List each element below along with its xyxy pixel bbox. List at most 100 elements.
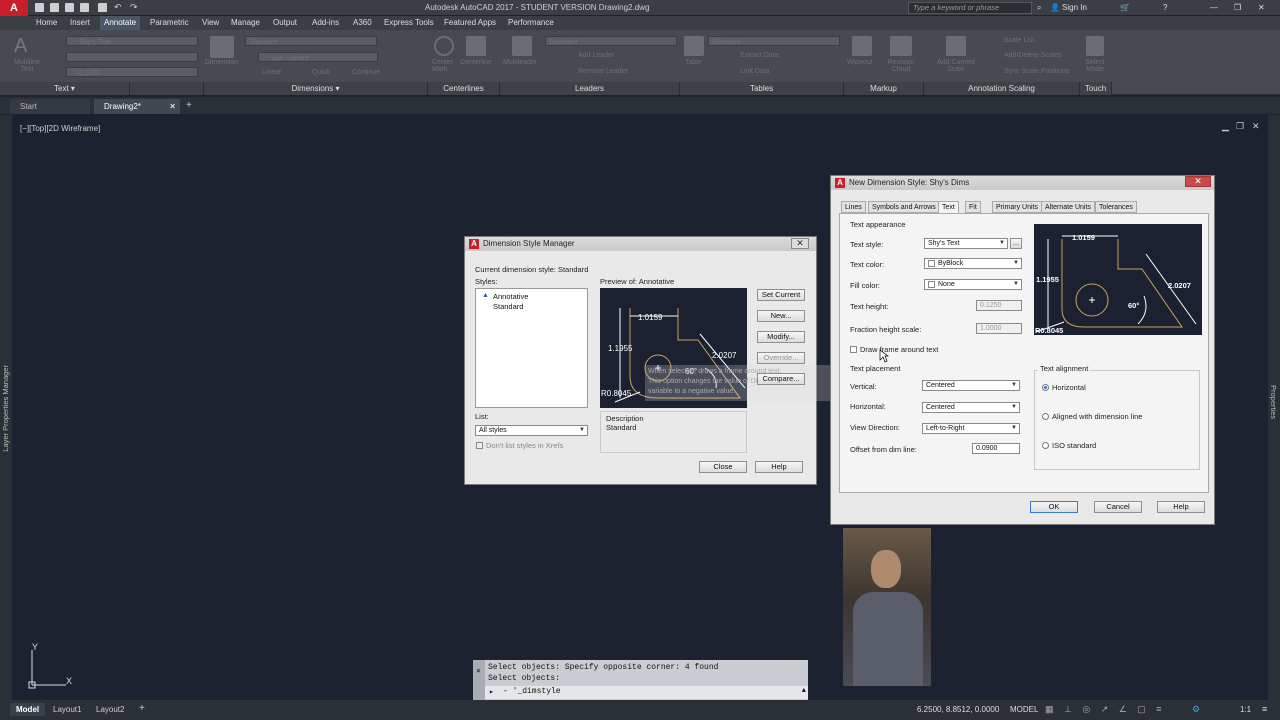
compare-button[interactable]: Compare... [757,373,805,385]
saveas-icon[interactable] [80,3,89,12]
list-select[interactable]: All styles [475,425,588,436]
tab-fit[interactable]: Fit [965,201,981,213]
layer-properties-palette[interactable]: Layer Properties Manager [0,115,12,700]
coordinates-readout[interactable]: 6.2500, 8.8512, 0.0000 [917,705,999,714]
new-icon[interactable] [35,3,44,12]
new-tab-icon[interactable]: + [186,100,192,111]
nds-close-icon[interactable]: ✕ [1185,176,1211,187]
revision-cloud-button[interactable]: Revision Cloud [883,59,919,73]
align-horizontal-radio[interactable] [1042,384,1049,391]
tab-close-icon[interactable]: ✕ [169,99,176,114]
properties-palette[interactable]: Properties [1268,115,1280,700]
styles-list[interactable]: ▲ Annotative Standard [475,288,588,408]
cancel-button[interactable]: Cancel [1094,501,1142,513]
wipeout-button[interactable]: Wipeout [847,59,873,66]
select-mode-button[interactable]: Select Mode [1082,59,1108,73]
tab-home[interactable]: Home [34,18,59,27]
text-style-select[interactable]: Shy's Text [66,36,198,46]
multiline-text-icon[interactable]: A [14,35,36,57]
ok-button[interactable]: OK [1030,501,1078,513]
close-icon[interactable]: ✕ [1258,3,1265,12]
list-item[interactable]: Standard [493,302,523,311]
viewport-close-icon[interactable]: ✕ [1252,121,1260,132]
sign-in-link[interactable]: Sign In [1062,3,1087,12]
add-scale-icon[interactable] [946,36,966,56]
fraction-height-input[interactable]: 1.0000 [976,323,1022,334]
tab-drawing2[interactable]: Drawing2* ✕ [94,99,180,114]
text-find-box[interactable] [66,52,198,62]
horizontal-select[interactable]: Centered [922,402,1020,413]
annotation-visibility-icon[interactable]: ⚙ [1192,704,1200,715]
customize-menu-icon[interactable]: ≡ [1262,704,1267,714]
tab-alternate-units[interactable]: Alternate Units [1041,201,1095,213]
xref-checkbox[interactable] [476,442,483,449]
tab-insert[interactable]: Insert [68,18,92,27]
add-delete-scales-button[interactable]: Add/Delete Scales [1004,52,1062,59]
tab-annotate[interactable]: Annotate [100,16,141,30]
minimize-icon[interactable]: — [1210,3,1218,12]
tab-manage[interactable]: Manage [229,18,262,27]
tab-primary-units[interactable]: Primary Units [992,201,1043,213]
drafting-toggles[interactable]: ▦ ⊥ ◎ ↗ ∠ ▢ ≡ [1045,704,1166,715]
quick-button[interactable]: Quick [312,69,330,76]
add-layout-icon[interactable]: + [139,703,145,714]
tab-addins[interactable]: Add-ins [310,18,341,27]
center-mark-button[interactable]: Center Mark [432,59,458,73]
fill-color-select[interactable]: None [924,279,1022,290]
text-color-select[interactable]: ByBlock [924,258,1022,269]
table-style-select[interactable]: Standard [708,36,840,46]
link-data-button[interactable]: Link Data [740,68,770,75]
linear-button[interactable]: Linear [262,69,281,76]
command-history-icon[interactable]: ▲ [802,687,806,695]
sync-scale-button[interactable]: Sync Scale Positions [1004,68,1069,75]
panel-leaders[interactable]: Leaders [500,82,680,95]
undo-icon[interactable]: ↶ [114,2,122,13]
search-icon[interactable]: ⌕ [1037,3,1041,13]
centerline-button[interactable]: Centerline [460,59,492,66]
panel-dimensions[interactable]: Dimensions ▾ [204,82,428,95]
model-space-toggle[interactable]: MODEL [1010,705,1038,714]
panel-tables[interactable]: Tables [680,82,844,95]
view-direction-select[interactable]: Left-to-Right [922,423,1020,434]
multileader-button[interactable]: Multileader [503,59,537,66]
revision-cloud-icon[interactable] [890,36,912,56]
redo-icon[interactable]: ↷ [130,2,138,13]
tab-lines[interactable]: Lines [841,201,866,213]
table-button[interactable]: Table [685,59,702,66]
viewport-minimize-icon[interactable]: ▁ [1222,121,1229,132]
scale-list-button[interactable]: Scale List [1004,37,1034,44]
tab-featured-apps[interactable]: Featured Apps [442,18,498,27]
app-logo[interactable]: A [0,0,28,16]
tab-symbols-arrows[interactable]: Symbols and Arrows [868,201,940,213]
extract-data-button[interactable]: Extract Data [740,52,779,59]
list-item[interactable]: Annotative [493,292,528,301]
modify-style-button[interactable]: Modify... [757,331,805,343]
dim-style-select[interactable]: Standard [245,36,377,46]
centerline-icon[interactable] [466,36,486,56]
open-icon[interactable] [50,3,59,12]
draw-frame-checkbox[interactable] [850,346,857,353]
help-icon[interactable]: ? [1163,3,1167,12]
save-icon[interactable] [65,3,74,12]
dim-layer-select[interactable]: Use Current [258,52,378,62]
tab-model[interactable]: Model [10,703,46,716]
panel-touch[interactable]: Touch [1080,82,1112,95]
override-button[interactable]: Override... [757,352,805,364]
tab-start[interactable]: Start [10,99,90,114]
panel-centerlines[interactable]: Centerlines [428,82,500,95]
annotation-scale[interactable]: 1:1 [1240,705,1251,714]
command-input[interactable]: ▸ - '_dimstyle ▲ [485,686,808,699]
cart-icon[interactable]: 🛒 [1120,3,1130,12]
add-current-scale-button[interactable]: Add Current Scale [930,59,982,73]
set-current-button[interactable]: Set Current [757,289,805,301]
tab-parametric[interactable]: Parametric [148,18,191,27]
table-icon[interactable] [684,36,704,56]
panel-markup[interactable]: Markup [844,82,924,95]
dsm-close-icon[interactable]: ✕ [791,238,809,249]
align-dimline-radio[interactable] [1042,413,1049,420]
dsm-close-button[interactable]: Close [699,461,747,473]
print-icon[interactable] [98,3,107,12]
continue-button[interactable]: Continue [352,69,380,76]
center-mark-icon[interactable] [434,36,454,56]
vertical-select[interactable]: Centered [922,380,1020,391]
